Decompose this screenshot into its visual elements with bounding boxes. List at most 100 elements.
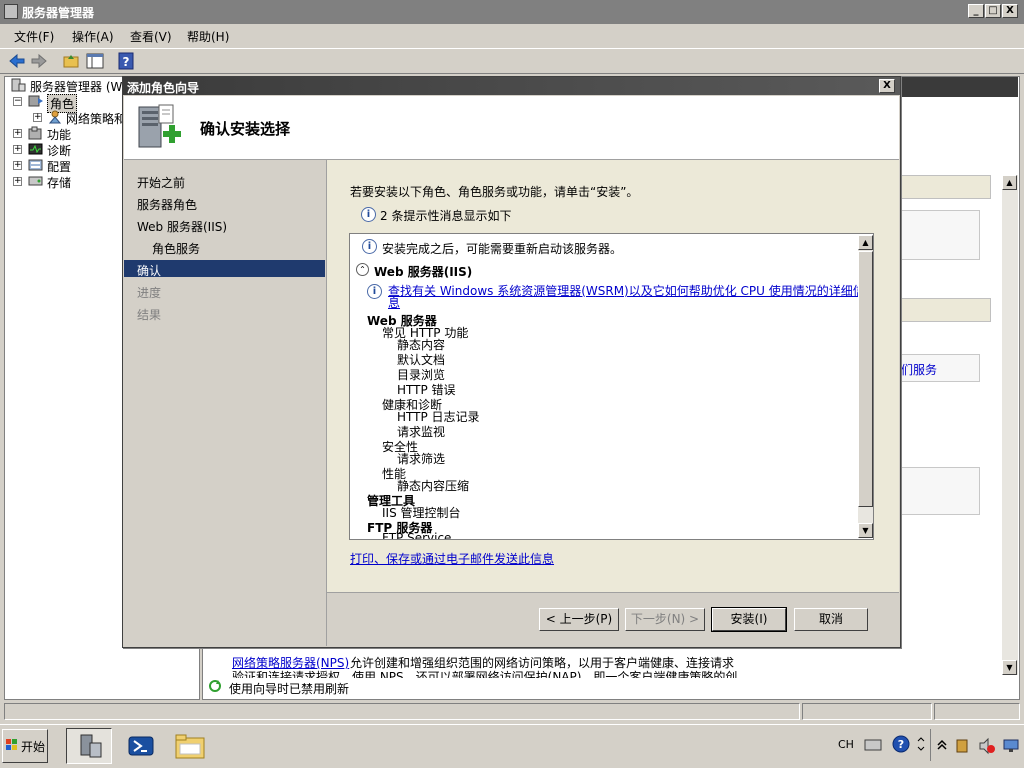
nps-description-line2: 验证和连接请求授权。使用 NPS，还可以部署网络访问保护(NAP)，即一个客户端… [232,670,738,678]
details-box-1 [900,210,980,260]
wsrm-link-line1[interactable]: 查找有关 Windows 系统资源管理器(WSRM)以及它如何帮助优化 CPU … [388,282,865,299]
role-list-item: FTP Service [382,531,452,540]
server-manager-icon [4,4,18,19]
wsrm-link-line2[interactable]: 息 [388,294,400,311]
taskbar-explorer[interactable] [168,728,214,764]
list-scroll-thumb[interactable] [858,251,873,507]
tree-expander-nps[interactable]: + [33,113,42,122]
step-confirmation[interactable]: 确认 [137,262,161,279]
collapse-section-icon[interactable]: ⌃ [356,263,369,276]
menu-view[interactable]: 查看(V) [130,28,172,45]
diagnostics-icon [28,143,43,155]
tree-item-features[interactable]: 功能 [47,126,71,143]
server-manager-taskbar-icon [80,734,102,758]
show-hidden-icons[interactable] [936,735,948,753]
status-cell-2 [802,703,932,720]
nps-description-line2-clip: 验证和连接请求授权。使用 NPS，还可以部署网络访问保护(NAP)，即一个客户端… [206,670,996,678]
keyboard-icon[interactable] [864,735,882,753]
nps-description-text: 允许创建和增强组织范围的网络访问策略，以用于客户端健康、连接请求 [350,656,735,670]
nps-description-link[interactable]: 网络策略服务器(NPS) [232,654,349,671]
help-icon[interactable]: ? [117,52,135,70]
details-scroll-down-button[interactable]: ▼ [1002,660,1017,675]
wsrm-info-icon: i [367,284,382,299]
taskbar-powershell[interactable] [120,728,166,764]
details-box-3 [900,467,980,515]
server-manager-tree-icon [11,78,26,92]
window-title-bar: 服务器管理器 _ □ X [0,0,1024,24]
minimize-button[interactable]: _ [968,4,984,18]
step-role-services[interactable]: 角色服务 [152,240,200,257]
refresh-disabled-icon [209,680,221,692]
dialog-close-button[interactable]: X [879,79,895,93]
dialog-title-bar: 添加角色向导 [123,77,900,95]
list-scroll-up-button[interactable]: ▲ [858,235,873,250]
tree-item-diagnostics[interactable]: 诊断 [47,142,71,159]
show-hide-tree-icon[interactable] [86,52,104,70]
details-scrollbar[interactable] [1002,175,1018,675]
tree-root-label[interactable]: 服务器管理器 (WI [30,78,126,95]
input-language-indicator[interactable]: CH [838,738,854,751]
close-button[interactable]: X [1002,4,1018,18]
forward-arrow-icon[interactable] [30,52,48,70]
details-section-bar-1 [900,175,991,199]
tray-divider [930,729,931,761]
list-scroll-down-button[interactable]: ▼ [858,523,873,538]
cancel-button[interactable]: 取消 [794,608,868,631]
details-scroll-up-button[interactable]: ▲ [1002,175,1017,190]
maximize-button[interactable]: □ [985,4,1001,18]
previous-button[interactable]: < 上一步(P) [539,608,619,631]
network-icon[interactable] [1002,737,1020,755]
dialog-title: 添加角色向导 [127,81,200,95]
status-cell-3 [934,703,1020,720]
dialog-header-title: 确认安装选择 [200,120,291,138]
print-save-email-link[interactable]: 打印、保存或通过电子邮件发送此信息 [350,550,554,567]
windows-logo-icon [6,739,17,750]
section-title-web-server: Web 服务器(IIS) [374,265,473,279]
menu-action[interactable]: 操作(A) [72,28,114,45]
selection-summary-list: i 安装完成之后，可能需要重新启动该服务器。 ⌃ Web 服务器(IIS) i … [349,233,874,540]
volume-muted-icon[interactable] [978,737,996,755]
tree-item-configuration[interactable]: 配置 [47,158,71,175]
step-web-server-iis[interactable]: Web 服务器(IIS) [137,218,227,235]
nps-icon [48,110,62,124]
tree-expander-roles[interactable]: − [13,97,22,106]
tree-expander-features[interactable]: + [13,129,22,138]
status-cell-main [4,703,800,720]
intro-text: 若要安装以下角色、角色服务或功能，请单击“安装”。 [350,185,639,199]
taskbar-server-manager[interactable] [66,728,112,764]
restart-note: 安装完成之后，可能需要重新启动该服务器。 [382,242,623,256]
tree-expander-diagnostics[interactable]: + [13,145,22,154]
step-results: 结果 [137,308,162,322]
help-tray-icon[interactable]: ? [892,735,910,753]
storage-icon [28,176,43,186]
tree-expander-configuration[interactable]: + [13,161,22,170]
step-before-you-begin[interactable]: 开始之前 [137,174,185,191]
start-button[interactable]: 开始 [2,729,48,763]
back-arrow-icon[interactable] [8,52,26,70]
up-folder-icon[interactable] [62,52,80,70]
tree-expander-storage[interactable]: + [13,177,22,186]
window-title: 服务器管理器 [22,6,95,20]
features-icon [28,126,42,140]
svg-text:?: ? [898,738,904,751]
details-link-fragment[interactable]: 们服务 [901,361,937,378]
roles-icon [28,95,43,107]
tray-options-icon[interactable] [916,735,926,753]
step-server-roles[interactable]: 服务器角色 [137,196,197,213]
folder-icon [175,734,205,759]
details-section-bar-2 [900,298,991,322]
menu-help[interactable]: 帮助(H) [187,28,229,45]
tree-item-storage[interactable]: 存储 [47,174,71,191]
next-button[interactable]: 下一步(N) > [625,608,705,631]
configuration-icon [28,159,43,171]
action-center-icon[interactable] [954,737,972,755]
details-pane-header [900,77,1018,97]
toolbar [0,48,1024,74]
start-label: 开始 [21,740,46,754]
tree-item-nps[interactable]: 网络策略和 [66,110,126,127]
info-count-text: 2 条提示性消息显示如下 [380,209,512,223]
install-button[interactable]: 安装(I) [711,607,787,632]
info-icon: i [361,207,376,222]
menu-file[interactable]: 文件(F) [14,28,54,45]
step-progress: 进度 [137,286,162,300]
